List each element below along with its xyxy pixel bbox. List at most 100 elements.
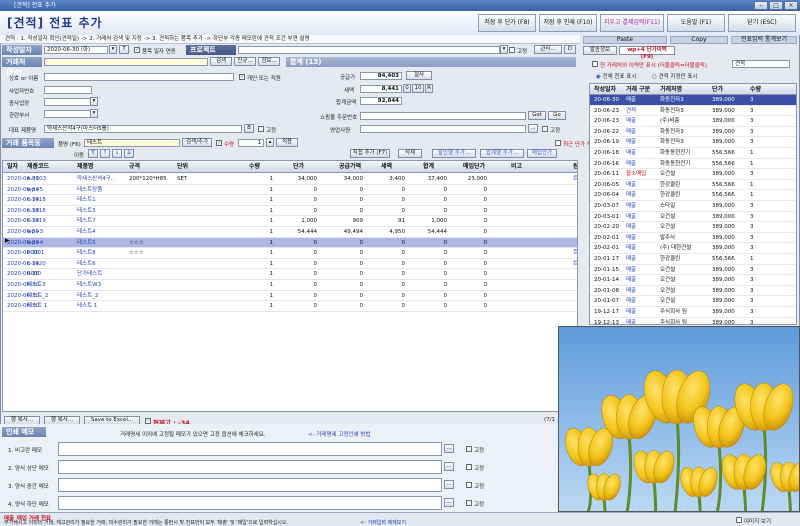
history-cell[interactable]: 556,566 <box>712 148 735 158</box>
grid-cell[interactable]: 0 <box>360 301 364 311</box>
history-cell[interactable]: 오건설 <box>660 169 675 179</box>
history-cell[interactable]: 주식회사 팀 <box>660 318 687 324</box>
grid-cell[interactable]: wp+4 <box>27 238 43 248</box>
amount-checkbox[interactable] <box>216 139 222 146</box>
history-cell[interactable]: 3 <box>750 233 754 243</box>
grid-cell[interactable]: 0 <box>444 269 448 279</box>
history-row[interactable]: 20-06-11 할소매입 오건설 389,000 3 <box>590 169 796 180</box>
memo-line-field[interactable] <box>58 460 442 474</box>
history-row[interactable]: 20-06-23 견적 화동전자3 389,000 3 <box>590 106 796 117</box>
project-field[interactable] <box>238 46 500 54</box>
history-cell[interactable]: (주) 대한건설 <box>660 243 691 253</box>
grid-header-2[interactable]: 제품명 <box>77 161 94 173</box>
history-cell[interactable]: 389,000 <box>712 307 735 317</box>
history-row[interactable]: 20-06-18 매출 화동동현전기 556,566 1 <box>590 148 796 159</box>
shop-order-field[interactable] <box>360 112 526 120</box>
history-cell[interactable]: 3 <box>750 137 754 147</box>
history-row[interactable]: 20-06-16 매출 화동동현전기 556,566 1 <box>590 159 796 170</box>
history-cell[interactable]: 389,000 <box>712 318 735 324</box>
history-cell[interactable]: 389,000 <box>712 116 735 126</box>
table-row[interactable]: 2020-06-30 P0001 테스트8 ☆☆☆ 1 0 0 0 0 0 트 <box>3 248 577 259</box>
grid-cell[interactable]: 0 <box>444 195 448 205</box>
history-cell[interactable]: 3 <box>750 127 754 137</box>
history-header-3[interactable]: 단가 <box>712 84 723 95</box>
history-cell[interactable]: 매출 <box>626 201 636 211</box>
history-cell[interactable]: 20-02-01 <box>594 243 619 253</box>
grid-header-12[interactable]: 원 <box>573 161 577 173</box>
table-row[interactable]: 2020-06-30 wp+4 테스트5 ☆☆☆ 1 0 0 0 0 0 <box>3 237 577 249</box>
history-row[interactable]: 20-01-07 매출 오건설 389,000 3 <box>590 296 796 307</box>
history-cell[interactable]: 20-01-17 <box>594 254 619 264</box>
history-cell[interactable]: 20-06-22 <box>594 127 619 137</box>
history-cell[interactable]: 스타일 <box>660 201 675 211</box>
history-cell[interactable]: 화동전자3 <box>660 95 684 105</box>
table-row[interactable]: 2020-06-30 테스트3 테스트W3 1 0 0 0 0 0 <box>3 280 577 291</box>
save-pay-button[interactable]: 지우고 결제입력(F11) <box>600 14 664 32</box>
history-cell[interactable]: 389,000 <box>712 275 735 285</box>
grid-cell[interactable]: 0 <box>314 291 318 301</box>
history-cell[interactable]: 3 <box>750 169 754 179</box>
history-cell[interactable]: 매출 <box>626 265 636 275</box>
grid-cell[interactable]: 909 <box>353 216 364 226</box>
d-button[interactable]: D <box>564 45 576 54</box>
history-row[interactable]: 20-03-07 매출 스타일 389,000 3 <box>590 201 796 212</box>
save-continue-button[interactable]: 저장 후 인쇄 (F10) <box>539 14 597 32</box>
grid-cell[interactable]: 0 <box>444 259 448 269</box>
bizno-field[interactable] <box>44 86 92 94</box>
move-down-icon[interactable]: ↓ <box>112 149 122 158</box>
grid-cell[interactable]: 34,000 <box>298 174 317 184</box>
history-cell[interactable]: 오건설 <box>660 296 675 306</box>
history-cell[interactable]: 3 <box>750 275 754 285</box>
history-cell[interactable]: 매출 <box>626 222 636 232</box>
items-grid[interactable]: 일자 제품코드 제품명 규격 단위 수량 단가 공급가액 세액 합계 매입단가 비고 원 2020-06… <box>2 160 578 412</box>
history-cell[interactable]: 3 <box>750 243 754 253</box>
grid-cell[interactable]: c.1419 <box>27 216 46 226</box>
grid-cell[interactable]: 37,400 <box>428 174 447 184</box>
history-row[interactable]: 19-12-17 매출 주식회사 팀 389,000 3 <box>590 307 796 318</box>
history-row[interactable]: 20-01-14 매출 오건설 389,000 3 <box>590 275 796 286</box>
history-row[interactable]: 20-06-19 매출 화동전자3 389,000 3 <box>590 137 796 148</box>
memo-help-link[interactable]: <- 거래명세 고정인쇄 방법 <box>308 430 370 438</box>
history-row[interactable]: 20-06-22 매출 화동전자3 389,000 3 <box>590 127 796 138</box>
grid-cell[interactable]: 49,494 <box>344 227 363 237</box>
memo-line-button[interactable]: … <box>444 462 454 471</box>
tax-10-button[interactable]: 10 <box>412 84 424 93</box>
grid-cell[interactable]: 0 <box>444 185 448 195</box>
history-cell[interactable]: 389,000 <box>712 233 735 243</box>
history-row[interactable]: 20-06-30 매출 화동전자3 389,000 3 <box>590 95 796 106</box>
history-cell[interactable]: 매출 <box>626 296 636 306</box>
grid-cell[interactable]: 0 <box>314 195 318 205</box>
purchase-price-button[interactable]: 매입단가 <box>527 149 557 158</box>
grid-header-10[interactable]: 매입단가 <box>463 161 485 173</box>
grid-cell[interactable]: 0 <box>444 238 448 248</box>
history-cell[interactable]: 오건설 <box>660 222 675 232</box>
history-cell[interactable]: 389,000 <box>712 106 735 116</box>
history-cell[interactable]: 389,000 <box>712 243 735 253</box>
example-link[interactable]: <- 거래입력 예제보기 <box>360 519 406 526</box>
history-cell[interactable]: 20-06-30 <box>594 95 619 105</box>
apply-button[interactable]: 적용 <box>276 138 298 147</box>
grid-cell[interactable]: 테스트7 <box>77 216 96 226</box>
grid-cell[interactable]: 0 <box>484 206 488 216</box>
grid-cell[interactable]: wp+5 <box>27 185 43 195</box>
memo-fix-checkbox[interactable] <box>466 482 472 488</box>
grid-cell[interactable]: 54,444 <box>428 227 447 237</box>
grid-cell[interactable]: 0 <box>402 291 406 301</box>
shop-go-button[interactable]: Go <box>548 111 566 120</box>
grid-header-11[interactable]: 비고 <box>511 161 522 173</box>
history-cell[interactable]: 556,566 <box>712 180 735 190</box>
grid-cell[interactable]: 0 <box>314 269 318 279</box>
history-cell[interactable]: 매출 <box>626 148 636 158</box>
history-cell[interactable]: 20-01-07 <box>594 296 619 306</box>
grid-cell[interactable]: 23,000 <box>468 174 487 184</box>
grid-cell[interactable]: 0 <box>402 206 406 216</box>
history-cell[interactable]: 1 <box>750 180 754 190</box>
history-cell[interactable]: 3 <box>750 286 754 296</box>
manage-button[interactable]: 관리... <box>534 45 562 54</box>
grid-cell[interactable]: 트 <box>573 248 577 258</box>
history-cell[interactable]: 매출 <box>626 212 636 222</box>
maximize-button[interactable]: □ <box>769 1 783 10</box>
grid-cell[interactable]: 단가테스트 <box>77 269 102 279</box>
grid-cell[interactable]: a.0103 <box>27 174 46 184</box>
grid-cell[interactable]: 0 <box>484 195 488 205</box>
